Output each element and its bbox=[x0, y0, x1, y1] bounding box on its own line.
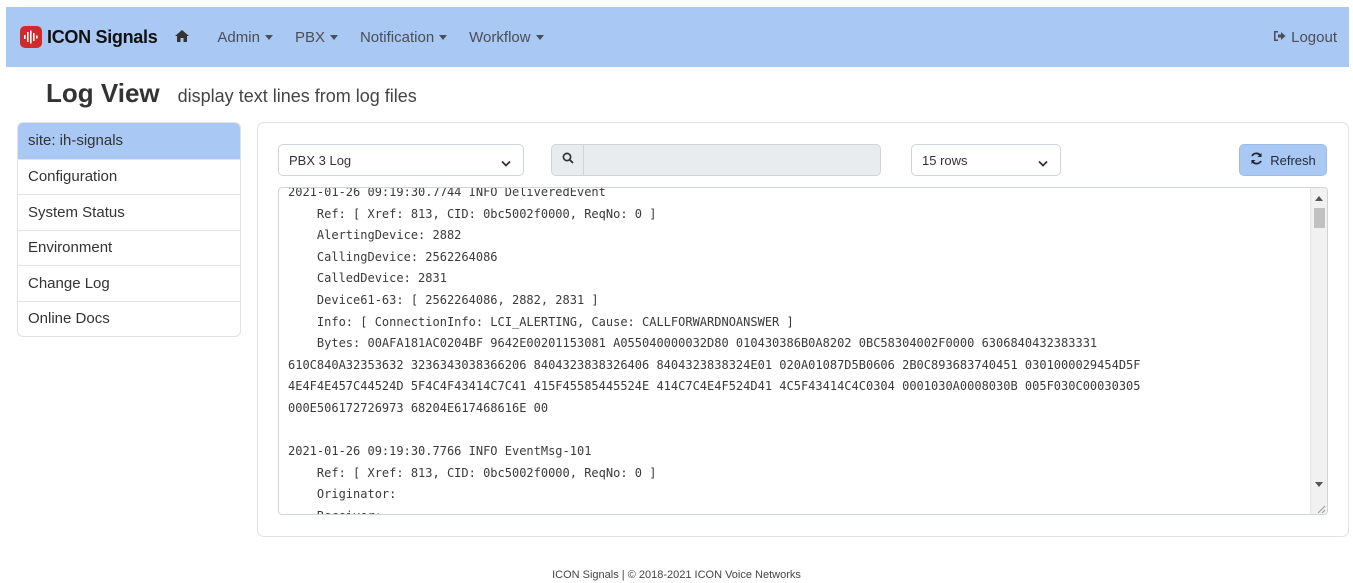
brand-name: ICON Signals bbox=[47, 26, 158, 47]
search-icon bbox=[562, 151, 574, 169]
page-subtitle: display text lines from log files bbox=[177, 86, 417, 106]
sidebar-item-label: Change Log bbox=[28, 274, 110, 292]
sidebar: site: ih-signals Configuration System St… bbox=[17, 122, 241, 337]
nav-menu-notification[interactable]: Notification bbox=[359, 28, 448, 46]
search-button[interactable] bbox=[552, 145, 584, 175]
log-panel: PBX 3 Log 15 rows Refresh 2021-01-26 09:… bbox=[257, 122, 1349, 537]
log-textarea[interactable]: 2021-01-26 09:19:30.7744 INFO DeliveredE… bbox=[278, 187, 1328, 515]
sidebar-item-label: Environment bbox=[28, 239, 113, 257]
caret-down-icon bbox=[329, 34, 338, 40]
scroll-up-arrow-icon[interactable] bbox=[1315, 196, 1323, 201]
sidebar-item-change-log[interactable]: Change Log bbox=[18, 265, 240, 301]
page-header: Log View display text lines from log fil… bbox=[46, 78, 417, 109]
nav-menu-workflow[interactable]: Workflow bbox=[469, 28, 544, 46]
footer: ICON Signals | © 2018-2021 ICON Voice Ne… bbox=[552, 569, 801, 581]
brand[interactable]: ICON Signals bbox=[20, 26, 158, 48]
caret-down-icon bbox=[264, 34, 273, 40]
chevron-down-icon bbox=[501, 156, 511, 171]
sidebar-item-system-status[interactable]: System Status bbox=[18, 194, 240, 230]
page-title: Log View bbox=[46, 78, 160, 108]
refresh-button[interactable]: Refresh bbox=[1239, 144, 1327, 176]
sidebar-item-online-docs[interactable]: Online Docs bbox=[18, 300, 240, 337]
nav-menu-label: PBX bbox=[294, 28, 325, 46]
sidebar-item-environment[interactable]: Environment bbox=[18, 229, 240, 266]
nav-menu-admin[interactable]: Admin bbox=[217, 29, 273, 46]
nav-menu-pbx[interactable]: PBX bbox=[295, 29, 338, 46]
rows-select[interactable]: 15 rows bbox=[911, 144, 1061, 176]
resize-handle-icon[interactable] bbox=[1314, 501, 1326, 514]
refresh-icon bbox=[1250, 152, 1270, 168]
sidebar-item-label: System Status bbox=[28, 203, 125, 221]
log-scrollbar[interactable] bbox=[1310, 188, 1327, 514]
log-file-select[interactable]: PBX 3 Log bbox=[278, 144, 524, 176]
scroll-down-arrow-icon[interactable] bbox=[1315, 482, 1323, 487]
home-icon bbox=[175, 29, 190, 46]
sidebar-item-site[interactable]: site: ih-signals bbox=[18, 123, 240, 159]
icon-signals-logo-icon bbox=[20, 26, 42, 48]
chevron-down-icon bbox=[1038, 156, 1048, 171]
search-group bbox=[551, 144, 881, 176]
sidebar-item-label: Configuration bbox=[28, 168, 118, 186]
log-text: 2021-01-26 09:19:30.7744 INFO DeliveredE… bbox=[288, 187, 1141, 514]
search-input[interactable] bbox=[584, 145, 880, 175]
nav-menu-label: Workflow bbox=[469, 28, 531, 46]
rows-select-value: 15 rows bbox=[922, 152, 968, 168]
logout-label: Logout bbox=[1291, 28, 1337, 46]
nav-menu-label: Admin bbox=[217, 28, 260, 46]
scrollbar-thumb[interactable] bbox=[1314, 208, 1325, 228]
sidebar-item-label: Online Docs bbox=[28, 310, 110, 328]
nav-menu-label: Notification bbox=[359, 28, 435, 46]
sidebar-item-label: site: ih-signals bbox=[28, 132, 124, 150]
top-navbar: ICON Signals Admin PBX Notification Work… bbox=[6, 7, 1349, 67]
sidebar-item-configuration[interactable]: Configuration bbox=[18, 158, 240, 195]
refresh-label: Refresh bbox=[1270, 152, 1316, 168]
caret-down-icon bbox=[439, 34, 448, 40]
logout-link[interactable]: Logout bbox=[1273, 29, 1337, 46]
caret-down-icon bbox=[535, 34, 544, 40]
sign-out-icon bbox=[1273, 29, 1291, 46]
log-file-select-value: PBX 3 Log bbox=[289, 152, 352, 168]
home-link[interactable] bbox=[175, 29, 190, 46]
